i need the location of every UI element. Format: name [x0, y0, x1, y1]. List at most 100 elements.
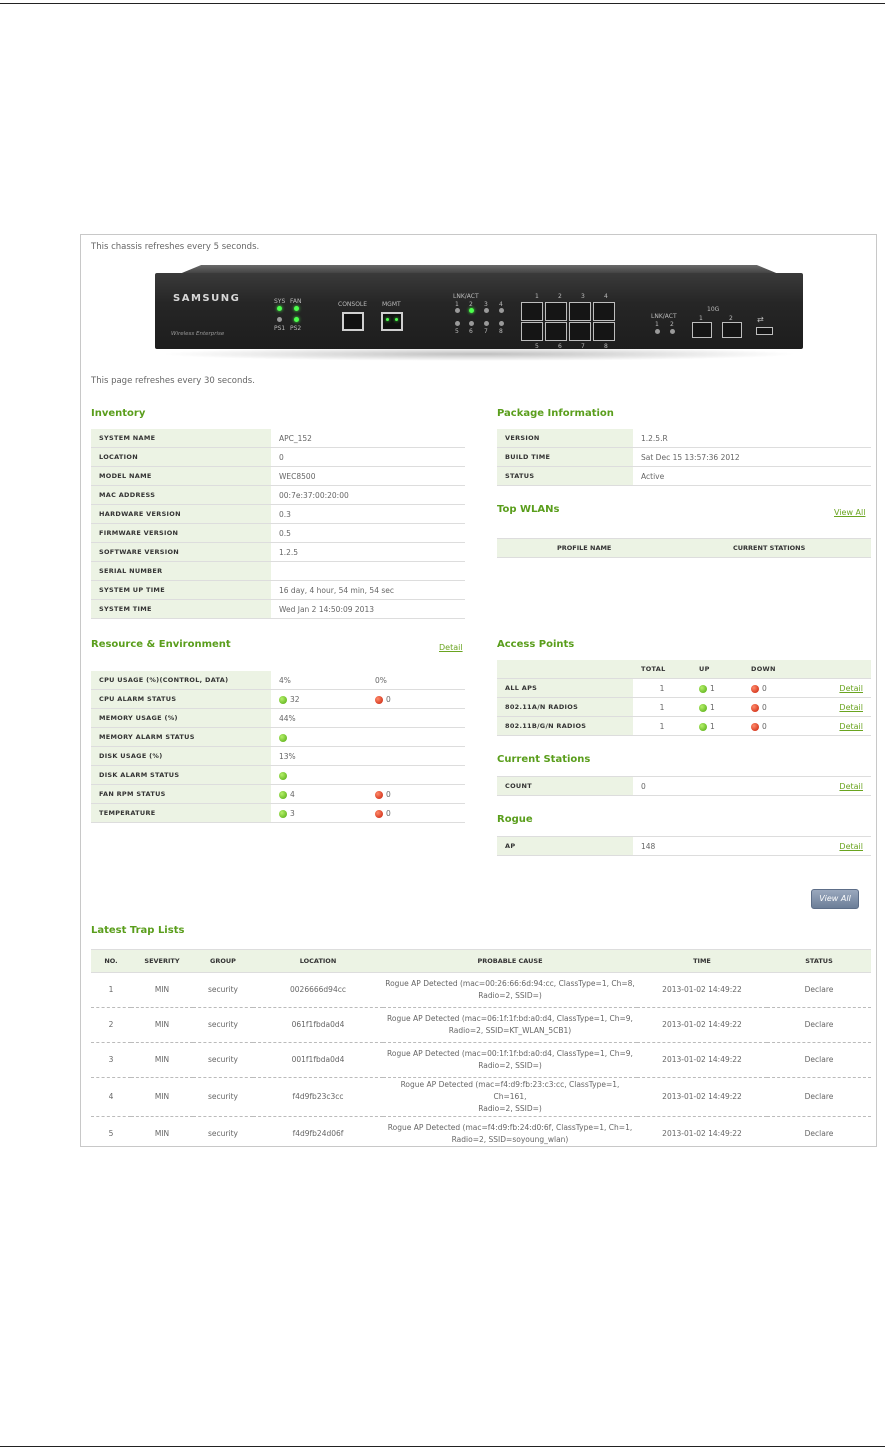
- status-ok-icon: [279, 790, 287, 799]
- trap-loc: 0026666d94cc: [253, 972, 383, 1008]
- resource-row-disk-alarm-status: DISK ALARM STATUS: [91, 765, 465, 785]
- package-key: STATUS: [497, 466, 633, 486]
- chassis-image: SAMSUNG Wireless Enterprise SYS FAN PS1 …: [149, 265, 809, 361]
- led-num-2: 2: [469, 301, 473, 308]
- ap-total: 1: [633, 716, 691, 736]
- sfp-port-8: [593, 322, 615, 341]
- resource-row-cpu-alarm-status: CPU ALARM STATUS 32 0: [91, 689, 465, 709]
- ap-header-up: UP: [691, 660, 743, 679]
- led-num-5: 5: [455, 328, 459, 335]
- inventory-row-hardware-version: HARDWARE VERSION 0.3: [91, 504, 465, 524]
- resource-key: FAN RPM STATUS: [91, 784, 271, 804]
- sfp-num-8: 8: [604, 343, 608, 350]
- down-status-icon: [751, 722, 759, 731]
- tenG-port-1: [692, 322, 712, 338]
- ap-down-count: 0: [762, 721, 767, 731]
- trap-loc: 061f1fbda0d4: [253, 1007, 383, 1043]
- ap-down-count: 0: [762, 702, 767, 712]
- access-points-table: TOTAL UP DOWN ALL APS 1 1 0 Detail 802.11A/N RAD…: [497, 660, 871, 736]
- resource-value-1-text: 4%: [279, 675, 291, 685]
- inventory-row-serial-number: SERIAL NUMBER: [91, 561, 465, 581]
- count-row: COUNT 0 Detail: [497, 776, 871, 796]
- chassis-shadow: [159, 347, 799, 361]
- resource-row-memory-alarm-status: MEMORY ALARM STATUS: [91, 727, 465, 747]
- current-stations-detail-link[interactable]: Detail: [839, 782, 863, 791]
- package-table: VERSION 1.2.5.R BUILD TIME Sat Dec 15 13:57…: [497, 429, 871, 486]
- trap-status: Declare: [767, 1042, 871, 1078]
- ap-detail-link[interactable]: Detail: [839, 703, 863, 712]
- ap-detail-link[interactable]: Detail: [839, 684, 863, 693]
- resource-row-fan-rpm-status: FAN RPM STATUS 4 0: [91, 784, 465, 804]
- trap-header-probable-cause: PROBABLE CAUSE: [383, 949, 637, 973]
- trap-grp: security: [193, 1042, 253, 1078]
- resource-value-2: 0: [367, 689, 465, 709]
- resource-value-1-text: 4: [290, 789, 295, 799]
- package-title: Package Information: [497, 408, 614, 419]
- trap-status: Declare: [767, 1116, 871, 1146]
- inventory-row-firmware-version: FIRMWARE VERSION 0.5: [91, 523, 465, 543]
- trap-grp: security: [193, 972, 253, 1008]
- ap-down: 0: [743, 716, 819, 736]
- top-rule: [0, 3, 885, 4]
- tenG-label: 10G: [707, 306, 720, 313]
- resource-key: TEMPERATURE: [91, 803, 271, 823]
- trap-table: NO. SEVERITY GROUP LOCATION PROBABLE CAUSE TI…: [91, 949, 871, 1146]
- ap-header-total: TOTAL: [633, 660, 691, 679]
- up-status-icon: [699, 684, 707, 693]
- port-led-3: [484, 308, 489, 313]
- led-num-7: 7: [484, 328, 488, 335]
- status-ok-icon: [279, 771, 287, 780]
- trap-header-group: GROUP: [193, 949, 253, 973]
- resource-title: Resource & Environment: [91, 639, 231, 650]
- ap-up: 1: [691, 697, 743, 717]
- resource-value-2-text: 0: [386, 789, 391, 799]
- inventory-value: 0: [271, 447, 465, 467]
- resource-value-1: 3: [271, 803, 367, 823]
- inventory-key: FIRMWARE VERSION: [91, 523, 271, 543]
- ps2-label: PS2: [290, 325, 302, 332]
- trap-time: 2013-01-02 14:49:22: [637, 1116, 767, 1146]
- resource-key: DISK USAGE (%): [91, 746, 271, 766]
- package-row-build-time: BUILD TIME Sat Dec 15 13:57:36 2012: [497, 447, 871, 467]
- profile-name-header: PROFILE NAME: [557, 544, 612, 552]
- count-value: 0: [633, 776, 821, 796]
- trap-cause: Rogue AP Detected (mac=06:1f:1f:bd:a0:d4…: [383, 1007, 637, 1043]
- status-ok-icon: [279, 695, 287, 704]
- trap-header-location: LOCATION: [253, 949, 383, 973]
- resource-row-memory-usage: MEMORY USAGE (%) 44%: [91, 708, 465, 728]
- status-ok-icon: [279, 733, 287, 742]
- trap-header-severity: SEVERITY: [131, 949, 193, 973]
- trap-header-time: TIME: [637, 949, 767, 973]
- sub-brand: Wireless Enterprise: [171, 331, 225, 337]
- inventory-row-software-version: SOFTWARE VERSION 1.2.5: [91, 542, 465, 562]
- sfp-port-2: [545, 302, 567, 321]
- inventory-value: 16 day, 4 hour, 54 min, 54 sec: [271, 580, 465, 600]
- inventory-row-system-name: SYSTEM NAME APC_152: [91, 429, 465, 448]
- inventory-table: SYSTEM NAME APC_152 LOCATION 0 MODEL NAME WEC…: [91, 429, 465, 619]
- resource-value-2: [367, 727, 465, 747]
- ap-detail-link[interactable]: Detail: [839, 722, 863, 731]
- ap-total: 1: [633, 678, 691, 698]
- access-points-header-row: TOTAL UP DOWN: [497, 660, 871, 679]
- resource-detail-link[interactable]: Detail: [439, 643, 463, 652]
- resource-value-1: 13%: [271, 746, 367, 766]
- trap-sev: MIN: [131, 1116, 193, 1146]
- bottom-rule: [0, 1446, 885, 1447]
- trap-row: 1 MIN security 0026666d94cc Rogue AP Detecte…: [91, 972, 871, 1008]
- ps2-led: [294, 317, 299, 322]
- trap-sev: MIN: [131, 1077, 193, 1117]
- chassis-refresh-note: This chassis refreshes every 5 seconds.: [91, 242, 260, 252]
- trap-cause-line-2: Radio=2, SSID=soyoung_wlan): [451, 1135, 569, 1144]
- led-num-3: 3: [484, 301, 488, 308]
- resource-row-disk-usage: DISK USAGE (%) 13%: [91, 746, 465, 766]
- usb-icon: ⇄: [757, 315, 764, 324]
- rogue-detail-link[interactable]: Detail: [839, 842, 863, 851]
- ap-row-all-aps: ALL APS 1 1 0 Detail: [497, 678, 871, 698]
- inventory-value: 00:7e:37:00:20:00: [271, 485, 465, 505]
- sfp-num-7: 7: [581, 343, 585, 350]
- trap-status: Declare: [767, 1077, 871, 1117]
- top-wlans-view-all-link[interactable]: View All: [834, 508, 865, 517]
- inventory-value: Wed Jan 2 14:50:09 2013: [271, 599, 465, 619]
- trap-time: 2013-01-02 14:49:22: [637, 1077, 767, 1117]
- view-all-button[interactable]: View All: [811, 889, 859, 909]
